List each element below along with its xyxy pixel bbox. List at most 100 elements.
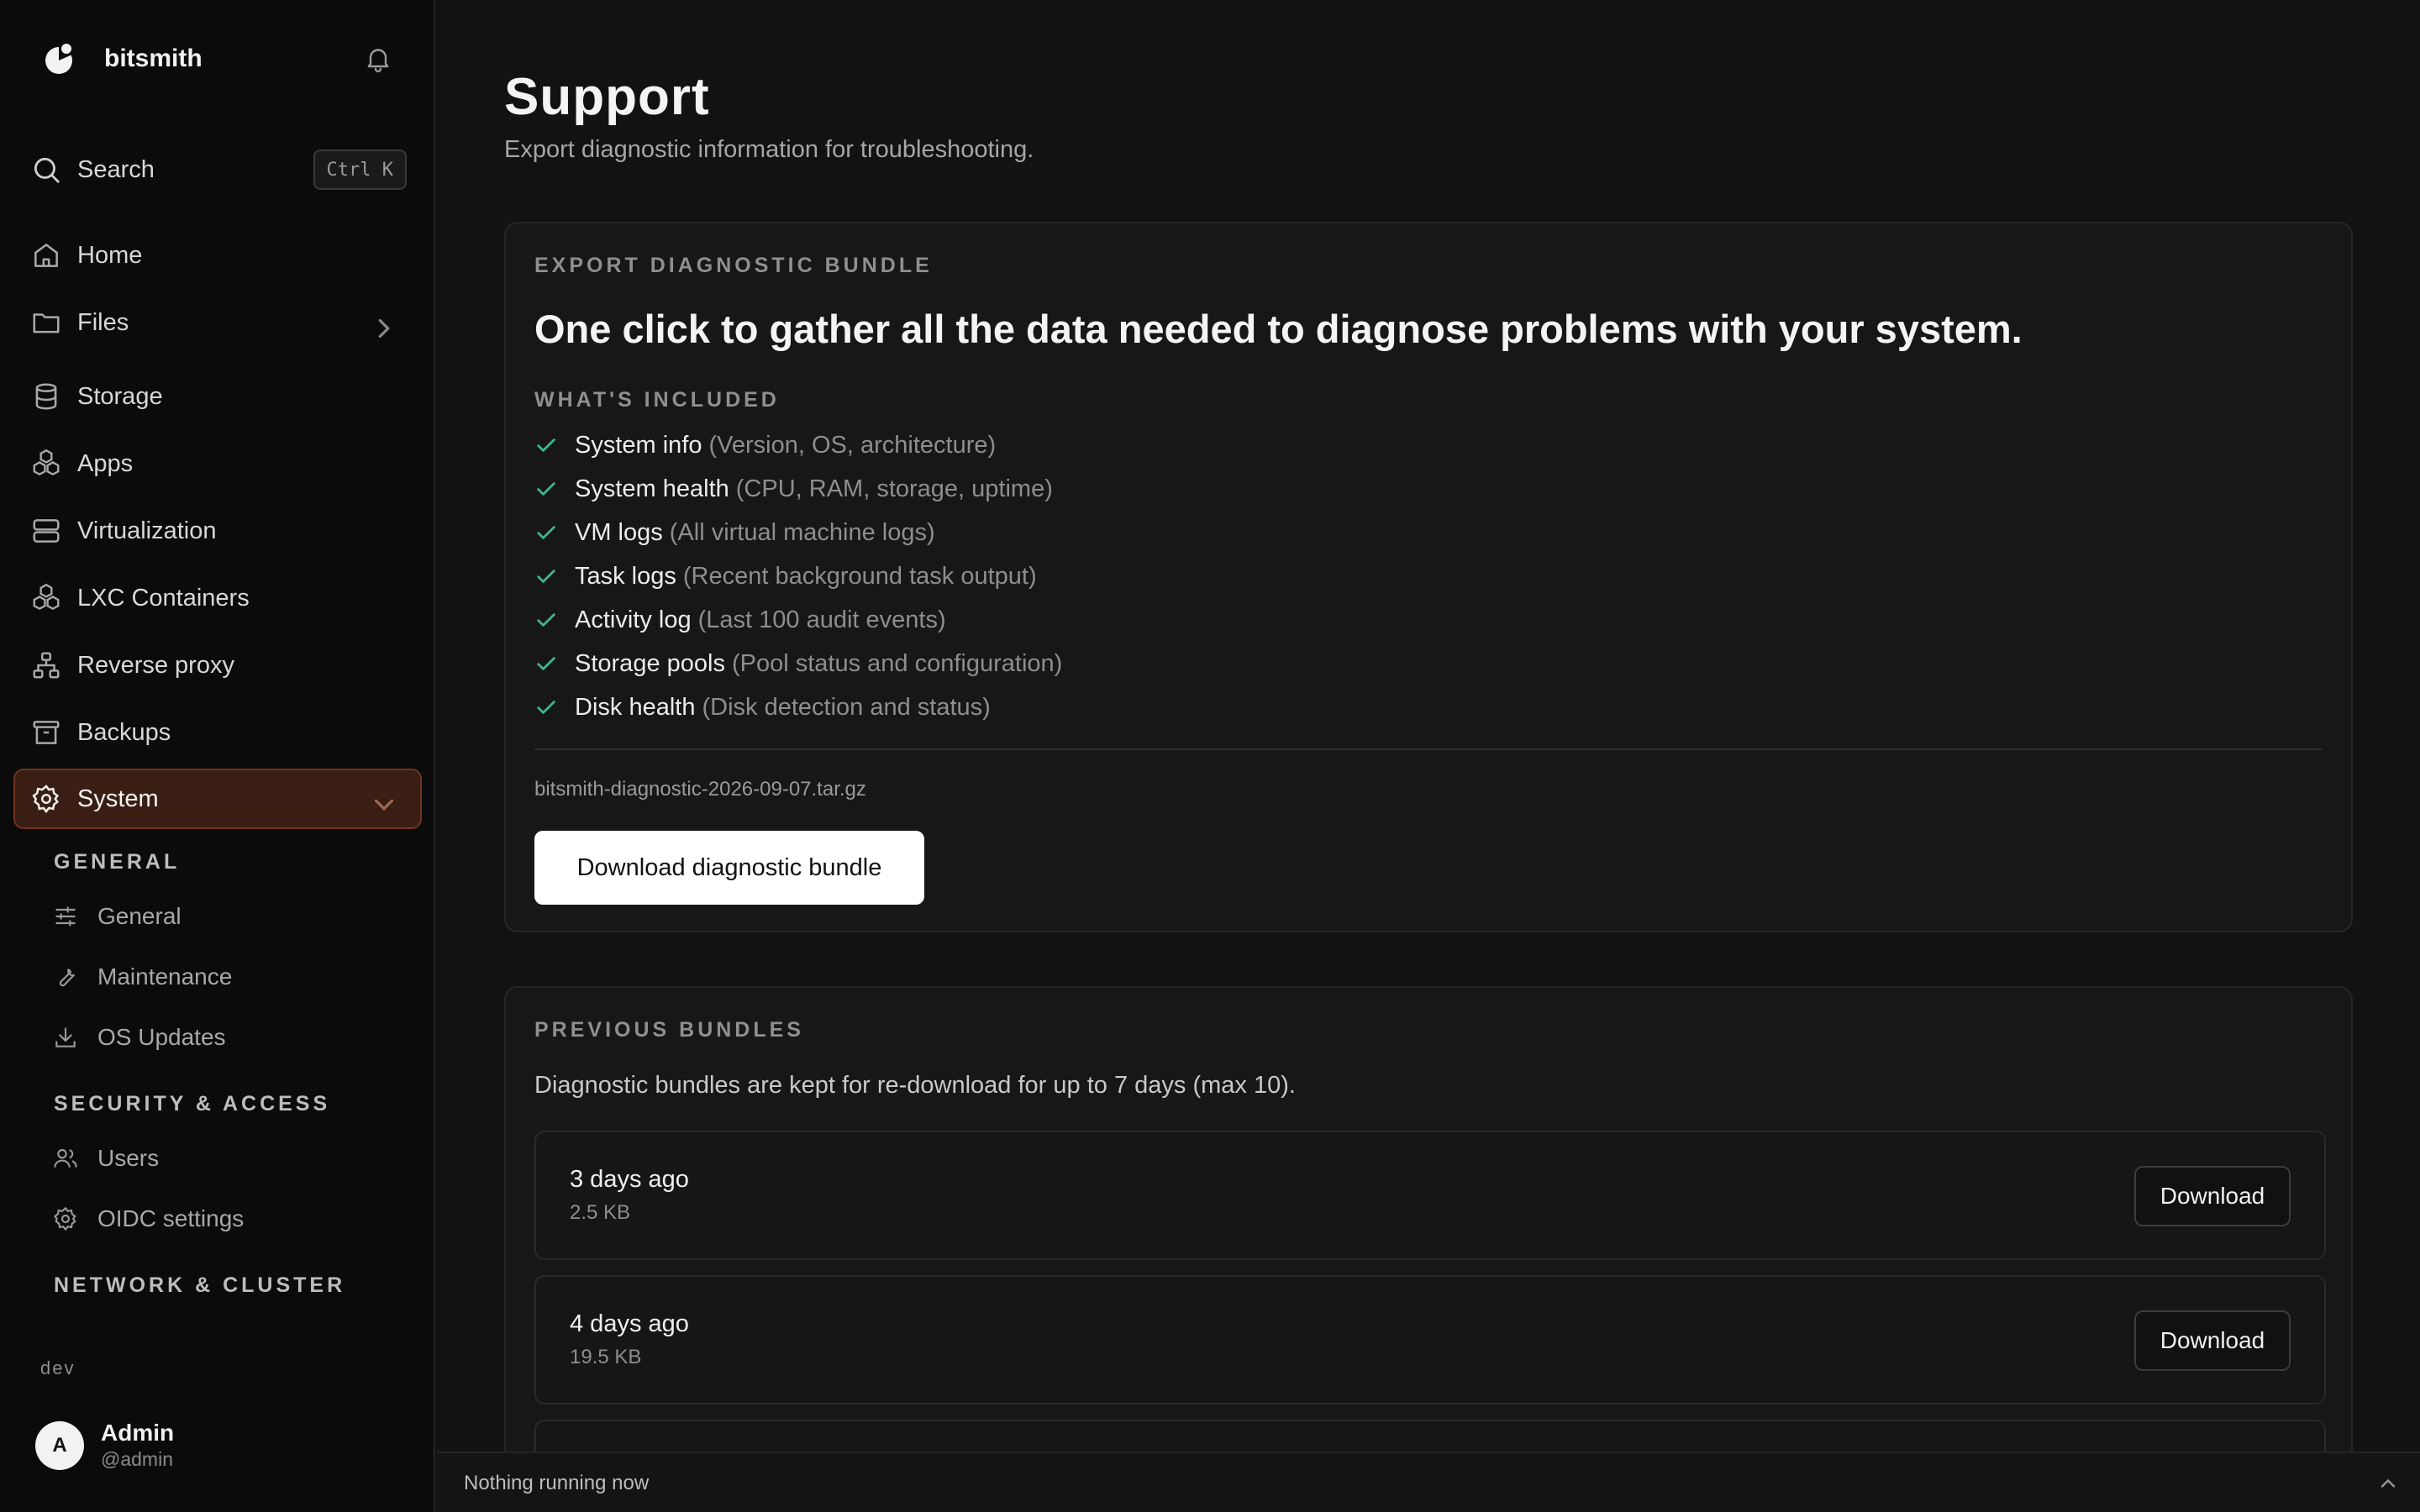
chevron-up-icon[interactable] [2376,1472,2400,1495]
download-bundle-button[interactable]: Download [2134,1166,2291,1226]
folder-icon [33,313,60,333]
download-bundle-button[interactable]: Download [2134,1310,2291,1371]
main-content: Support Export diagnostic information fo… [437,0,2420,1512]
user-handle: @admin [101,1448,173,1470]
chevron-right-icon [378,318,390,339]
included-item-name: System health [575,475,729,502]
sidebar: bitsmith Search Ctrl K Home Files Storag… [0,0,435,1512]
bitsmith-logo-icon [45,44,74,74]
included-item-desc: (Last 100 audit events) [697,606,946,633]
sidebar-section-network: NETWORK & CLUSTER [54,1273,346,1297]
chevron-down-icon [374,799,394,811]
check-icon [537,482,555,496]
home-icon [34,244,58,267]
sidebar-item-apps[interactable]: Apps [30,440,407,487]
network-icon [33,652,60,679]
user-menu[interactable]: A Admin @admin [35,1420,174,1471]
users-icon [54,1148,77,1168]
containers-icon [33,583,60,611]
included-item-desc: (CPU, RAM, storage, uptime) [735,475,1053,502]
status-text: Nothing running now [464,1472,650,1494]
check-icon [537,657,555,670]
included-title: WHAT'S INCLUDED [534,388,780,412]
user-name: Admin [101,1420,175,1446]
sidebar-item-label: Files [77,308,129,336]
included-item-desc: (Disk detection and status) [702,693,991,721]
app-name: bitsmith [104,45,203,72]
previous-bundles-card: PREVIOUS BUNDLES Diagnostic bundles are … [504,986,2353,1512]
sidebar-subitem-label: OIDC settings [97,1205,245,1231]
export-diagnostic-card: EXPORT DIAGNOSTIC BUNDLE One click to ga… [504,222,2353,932]
sidebar-subitem-maintenance[interactable]: Maintenance [52,957,405,997]
bundle-row: 3 days ago 2.5 KB Download [534,1131,2326,1260]
sidebar-section-general: GENERAL [54,850,181,874]
included-item-name: Storage pools [575,649,725,677]
page-subtitle: Export diagnostic information for troubl… [504,136,1034,163]
sidebar-item-backups[interactable]: Backups [30,709,407,756]
sidebar-item-files[interactable]: Files [30,299,407,346]
included-item-name: Activity log [575,606,692,633]
check-icon [537,526,555,539]
sidebar-item-home[interactable]: Home [30,232,407,279]
download-icon [55,1027,76,1047]
bundle-row: 4 days ago 19.5 KB Download [534,1275,2326,1404]
sidebar-item-label: LXC Containers [77,584,250,612]
sidebar-item-label: Backups [77,718,171,746]
included-item: Storage pools (Pool status and configura… [534,642,1062,685]
sidebar-subitem-os-updates[interactable]: OS Updates [52,1017,405,1058]
sidebar-item-system[interactable]: System [30,775,407,822]
included-item-name: System info [575,431,702,459]
check-icon [537,701,555,714]
included-item-desc: (All virtual machine logs) [669,518,935,546]
status-bar[interactable]: Nothing running now [437,1452,2420,1512]
included-item: Disk health (Disk detection and status) [534,685,1062,729]
database-icon [35,383,57,410]
sidebar-item-virtualization[interactable]: Virtualization [30,507,407,554]
included-item-name: Task logs [575,562,676,590]
sidebar-item-label: Virtualization [77,517,217,544]
brand[interactable]: bitsmith [40,40,203,77]
bundle-size: 19.5 KB [570,1346,642,1368]
search-shortcut: Ctrl K [313,150,407,190]
included-item: Task logs (Recent background task output… [534,554,1062,598]
previous-bundles-description: Diagnostic bundles are kept for re-downl… [534,1072,1296,1099]
included-item: System info (Version, OS, architecture) [534,423,1062,467]
included-item-desc: (Version, OS, architecture) [708,431,997,459]
bundle-age: 3 days ago [570,1166,689,1193]
apps-icon [33,449,60,476]
bell-icon[interactable] [363,44,393,74]
sidebar-item-label: Storage [77,382,163,410]
sidebar-item-storage[interactable]: Storage [30,373,407,420]
sliders-icon [55,906,76,927]
archive-icon [33,721,60,744]
search-label: Search [77,155,155,183]
bundle-age: 4 days ago [570,1310,689,1337]
download-diagnostic-bundle-button[interactable]: Download diagnostic bundle [534,831,924,905]
export-card-headline: One click to gather all the data needed … [534,307,2023,351]
check-icon [537,570,555,583]
sidebar-section-security: SECURITY & ACCESS [54,1092,331,1116]
included-list: System info (Version, OS, architecture) … [534,423,1062,729]
gear-icon [54,1206,76,1231]
sidebar-item-lxc-containers[interactable]: LXC Containers [30,575,407,622]
page-title: Support [504,68,710,126]
included-item: System health (CPU, RAM, storage, uptime… [534,467,1062,511]
export-card-eyebrow: EXPORT DIAGNOSTIC BUNDLE [534,254,933,277]
divider [534,748,2323,750]
sidebar-subitem-users[interactable]: Users [52,1138,405,1179]
included-item-desc: (Pool status and configuration) [731,649,1063,677]
wrench-icon [59,969,75,987]
search-button[interactable]: Search Ctrl K [30,148,407,192]
bundle-size: 2.5 KB [570,1201,631,1224]
sidebar-subitem-general[interactable]: General [52,896,405,937]
sidebar-item-label: Apps [77,449,134,477]
bundle-filename: bitsmith-diagnostic-2026-09-07.tar.gz [534,778,866,801]
included-item: Activity log (Last 100 audit events) [534,598,1062,642]
sidebar-item-reverse-proxy[interactable]: Reverse proxy [30,642,407,689]
sidebar-subitem-oidc-settings[interactable]: OIDC settings [52,1199,405,1239]
previous-bundles-eyebrow: PREVIOUS BUNDLES [534,1018,804,1042]
check-icon [537,438,555,452]
included-item-name: VM logs [575,518,663,546]
search-icon [34,157,60,183]
included-item-desc: (Recent background task output) [682,562,1037,590]
